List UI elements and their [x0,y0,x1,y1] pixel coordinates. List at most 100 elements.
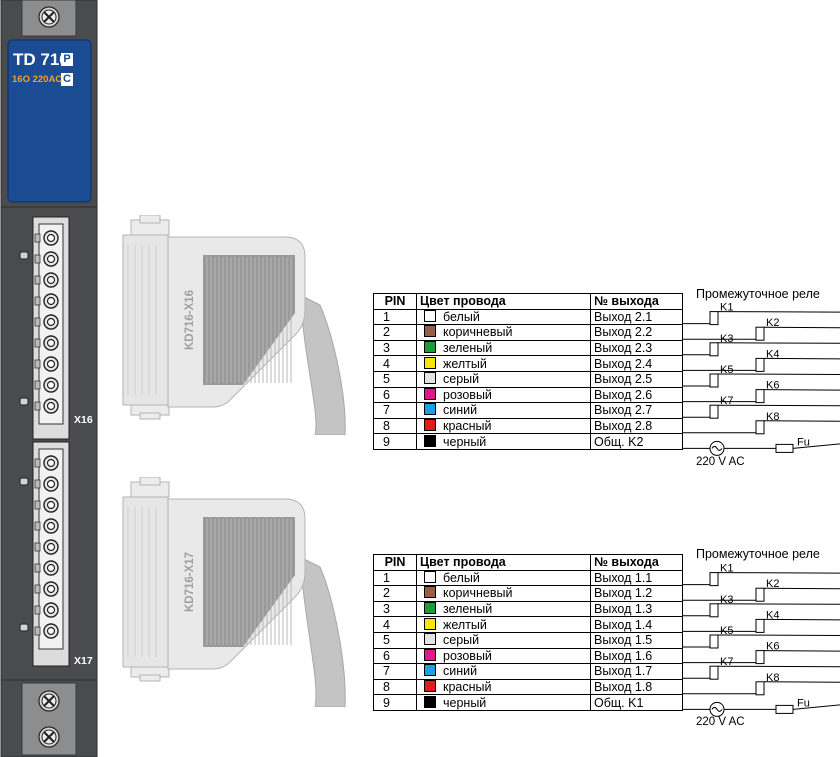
output-cell: Общ. K1 [590,694,683,711]
output-cell: Выход 1.4 [590,616,683,633]
pin-cell: 1 [373,308,417,326]
terminal-hole [46,338,56,348]
table-row: 8 красный Выход 1.8 [373,678,683,696]
color-swatch [424,633,436,646]
terminal-hole [46,458,56,468]
wire-color-cell: зеленый [416,600,591,618]
table-row: 4 желтый Выход 1.4 [373,616,683,633]
header-output: № выхода [590,554,683,571]
output-cell: Выход 2.4 [590,355,683,372]
wire-color-name: синий [443,403,478,418]
wire-color-name: черный [443,434,487,449]
relay-label: K7 [720,395,733,407]
wire-color-name: коричневый [443,325,513,340]
terminal-tab [34,401,41,411]
color-swatch [424,649,436,661]
terminal-hole [46,296,56,306]
table-row: 5 серый Выход 2.5 [373,370,683,388]
pin-cell: 4 [373,616,417,633]
table-row: 5 серый Выход 1.5 [373,631,683,649]
wire-color-cell: красный [416,678,591,696]
pin-cell: 8 [373,678,417,696]
output-cell: Выход 2.2 [590,324,683,341]
relay-label: K6 [766,380,779,392]
relay-title-x16: Промежуточное реле [696,287,820,301]
fuse-label: Fu [797,436,810,448]
pin-cell: 7 [373,402,417,419]
color-swatch [424,617,436,630]
output-cell: Выход 1.6 [590,647,683,665]
terminal-tab [34,380,41,390]
table-row: 3 зеленый Выход 1.3 [373,600,683,618]
wire-color-cell: синий [416,402,591,419]
relay-label: K4 [766,348,779,360]
connector-x16 [32,216,70,440]
wire-color-cell: черный [416,433,591,450]
terminal-tab [34,458,41,468]
relay-coil-icon [709,634,719,649]
wire-color-name: зеленый [443,602,493,617]
wire-color-cell: серый [416,631,591,649]
header-pin: PIN [373,293,417,310]
pin-cell: 7 [373,663,417,680]
terminal-tab [34,563,41,573]
badge-c: C [63,73,71,85]
relay-coil-icon [709,665,719,680]
color-swatch [424,310,436,322]
pin-cell: 9 [373,433,417,450]
pin-cell: 4 [373,355,417,372]
wire-color-cell: зеленый [416,339,591,357]
terminal-tab [34,359,41,369]
terminal-tab [34,254,41,264]
wire-line [717,603,840,605]
table-row: 8 красный Выход 2.8 [373,417,683,435]
relay-label: K8 [766,672,779,684]
pin-cell: 5 [373,631,417,649]
color-swatch [424,695,436,708]
ac-label-x17: 220 V AC [696,716,745,728]
relay-coil-icon [755,326,765,341]
wire-color-cell: красный [416,417,591,435]
wire-color-name: зеленый [443,341,493,356]
output-cell: Выход 1.2 [590,585,683,602]
screw-icon [38,6,60,28]
terminal-tab [34,479,41,489]
table-row: 7 синий Выход 1.7 [373,663,683,680]
wire-color-cell: серый [416,370,591,388]
output-cell: Выход 2.3 [590,339,683,357]
terminal-tab [34,296,41,306]
wire-color-name: синий [443,664,478,679]
color-swatch [424,571,436,583]
connector-x17 [32,441,70,667]
table-row: 7 синий Выход 2.7 [373,402,683,419]
cable-label-x16: KD716-X16 [184,290,196,350]
terminal-hole [46,401,56,411]
output-cell: Выход 1.5 [590,631,683,649]
table-row: 9 черный Общ. K1 [373,694,683,711]
output-cell: Выход 2.1 [590,308,683,326]
pin-cell: 3 [373,600,417,618]
connector-label-x17: X17 [74,655,93,667]
color-swatch [424,602,436,615]
wiring-diagram: TD 716 P 16O 220AC C X16 X17 KD716-X16 K… [0,0,840,757]
wire-color-name: белый [443,309,480,324]
pinout-table-x16: PIN Цвет провода № выхода 1 белый Выход 2.… [373,293,683,450]
wire-line [717,634,840,636]
relay-label: K2 [766,317,779,329]
relay-coil-icon [755,389,765,404]
color-swatch [424,586,436,599]
table-row: 9 черный Общ. K2 [373,433,683,450]
table-row: 1 белый Выход 1.1 [373,569,683,587]
wire-line [717,342,840,344]
wire-line [717,572,840,574]
color-swatch [424,372,436,385]
color-swatch [424,434,436,447]
terminal-tab [34,521,41,531]
wire-color-cell: коричневый [416,324,591,341]
output-cell: Выход 2.8 [590,417,683,435]
relay-coil-icon [755,618,765,633]
cable-connector-x16: KD716-X16 [122,215,346,435]
relay-label: K1 [720,302,733,314]
relay-coil-icon [755,650,765,665]
wire-color-name: красный [443,680,492,695]
